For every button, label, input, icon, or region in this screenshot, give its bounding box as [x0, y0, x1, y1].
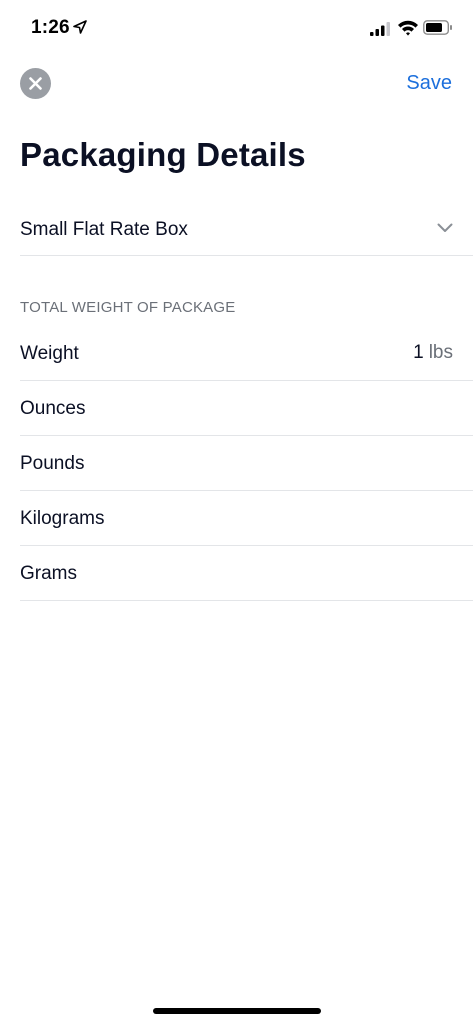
cellular-signal-icon — [370, 22, 390, 36]
status-bar: 1:26 — [0, 0, 473, 56]
save-button[interactable]: Save — [406, 72, 452, 95]
weight-row-label: Weight — [20, 343, 79, 364]
weight-value: 1 lbs — [413, 342, 453, 364]
chevron-down-icon — [437, 223, 453, 232]
page-title: Packaging Details — [20, 136, 306, 173]
weight-list: Weight 1 lbs Ounces Pounds Kilograms Gram… — [20, 326, 473, 601]
weight-row-kilograms[interactable]: Kilograms — [20, 491, 473, 546]
home-indicator[interactable] — [153, 1008, 321, 1014]
weight-row-label: Pounds — [20, 453, 85, 474]
package-type-value: Small Flat Rate Box — [20, 219, 188, 240]
close-button[interactable] — [20, 68, 51, 99]
weight-row-ounces[interactable]: Ounces — [20, 381, 473, 436]
weight-row-grams[interactable]: Grams — [20, 546, 473, 601]
weight-row-weight[interactable]: Weight 1 lbs — [20, 326, 473, 381]
weight-row-label: Kilograms — [20, 508, 105, 529]
wifi-icon — [398, 20, 418, 36]
section-header-total-weight: TOTAL WEIGHT OF PACKAGE — [20, 299, 236, 316]
location-arrow-icon — [73, 20, 87, 34]
close-icon — [29, 77, 42, 90]
weight-number: 1 — [413, 342, 424, 363]
weight-unit: lbs — [428, 342, 453, 363]
status-time: 1:26 — [31, 17, 70, 38]
package-type-select[interactable]: Small Flat Rate Box — [20, 201, 473, 256]
battery-icon — [423, 20, 452, 35]
weight-row-label: Ounces — [20, 398, 86, 419]
weight-row-label: Grams — [20, 563, 77, 584]
weight-row-pounds[interactable]: Pounds — [20, 436, 473, 491]
